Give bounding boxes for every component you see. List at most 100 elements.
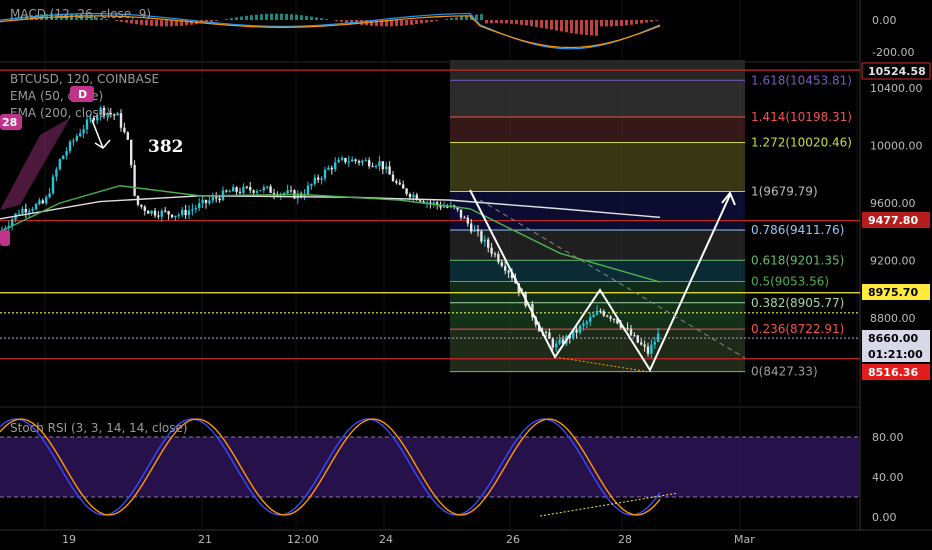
price-tick-4: 8800.00 [870,312,916,325]
candle-body-42 [143,206,146,211]
candle-body-184 [626,327,629,329]
macd-hist-69 [345,20,348,23]
price-tag-4[interactable]: 01:21:00 [862,346,930,362]
candle-body-94 [320,178,323,180]
macd-hist-100 [500,20,503,24]
time-tick-2: 12:00 [287,533,319,546]
candle-body-116 [395,181,398,183]
candle-body-137 [466,217,469,224]
macd-hist-117 [585,20,588,36]
price-tag-0[interactable]: 10524.58 [861,62,931,80]
macd-hist-48 [240,16,243,20]
macd-hist-128 [640,20,643,24]
macd-hist-80 [400,20,403,26]
macd-hist-49 [245,15,248,20]
candle-body-193 [657,333,660,342]
macd-hist-56 [280,13,283,20]
macd-hist-111 [555,20,558,31]
macd-hist-83 [415,20,418,25]
candle-body-147 [500,262,503,267]
stoch-tick-1: 40.00 [872,471,904,484]
price-tag-5[interactable]: 8516.36 [862,364,930,380]
macd-tick-0: 0.00 [872,14,897,27]
macd-hist-124 [620,20,623,26]
macd-hist-62 [310,16,313,20]
candle-body-169 [575,329,578,333]
candle-body-43 [147,210,150,214]
macd-hist-46 [230,18,233,20]
candle-body-162 [551,338,554,348]
candle-body-101 [344,157,347,163]
badge-edge[interactable] [0,230,10,246]
candle-body-53 [181,209,184,215]
candle-body-48 [164,210,167,212]
candle-body-161 [548,332,551,339]
candle-body-73 [249,187,252,191]
candle-body-187 [636,335,639,343]
chart-canvas[interactable]: 1.618(10453.81) 1.414(10198.31) 1.272(1002… [0,0,932,550]
candle-body-59 [201,199,204,204]
candle-body-63 [215,197,218,199]
candle-body-149 [507,270,510,273]
candle-body-91 [310,184,313,186]
candle-body-96 [327,167,330,170]
macd-hist-96 [480,14,483,20]
candle-body-130 [442,206,446,208]
candle-body-5 [17,213,21,215]
candle-body-62 [211,197,214,201]
candle-body-144 [490,247,493,254]
candle-body-75 [255,191,259,193]
price-tag-2[interactable]: 8975.70 [862,284,930,300]
fib-zone-1.618 [450,80,745,117]
candle-body-49 [167,211,170,215]
candle-body-172 [585,321,588,324]
price-tag-text-5: 8516.36 [868,366,918,379]
macd-legend: MACD (12, 26, close, 9) [10,7,151,21]
fib-label-0.618: 0.618(9201.35) [751,253,844,267]
macd-hist-33 [165,20,168,27]
price-tag-3[interactable]: 8660.00 [862,330,930,346]
candle-body-23 [79,133,82,137]
candle-body-77 [262,187,265,191]
macd-tick-1: -200.00 [872,46,914,59]
fib-zone-1.414 [450,116,745,143]
candle-body-51 [174,215,177,218]
macd-hist-99 [495,20,498,24]
price-tag-text-2: 8975.70 [868,286,918,299]
candle-body-118 [402,184,405,189]
macd-hist-105 [525,20,528,26]
candle-body-46 [157,215,160,217]
candle-body-47 [160,210,163,217]
candle-body-71 [242,186,245,193]
candle-body-176 [599,310,602,312]
candle-body-104 [354,159,357,162]
candle-body-163 [555,343,558,348]
candle-body-20 [68,141,72,152]
candle-body-188 [640,342,643,345]
candle-body-44 [150,210,153,214]
macd-hist-75 [375,20,378,27]
candle-body-173 [589,317,592,322]
price-tag-text-0: 10524.58 [868,65,926,78]
macd-hist-130 [650,20,653,22]
macd-hist-32 [160,20,163,27]
candle-body-140 [476,229,480,232]
candle-body-117 [398,182,401,185]
candle-body-25 [85,119,89,130]
macd-hist-47 [235,17,238,20]
candle-body-99 [337,159,340,163]
macd-hist-118 [590,20,593,36]
candle-body-135 [459,209,463,218]
time-tick-3: 24 [379,533,393,546]
macd-hist-115 [575,20,578,34]
macd-hist-91 [455,17,458,20]
price-tick-3: 9200.00 [870,255,916,268]
macd-hist-67 [335,20,338,21]
candle-body-55 [187,210,191,216]
macd-hist-54 [270,13,273,20]
price-tag-1[interactable]: 9477.80 [862,212,930,228]
candle-body-110 [374,165,378,167]
candle-body-6 [21,208,24,214]
candle-body-61 [208,200,211,204]
candle-body-92 [313,177,316,185]
